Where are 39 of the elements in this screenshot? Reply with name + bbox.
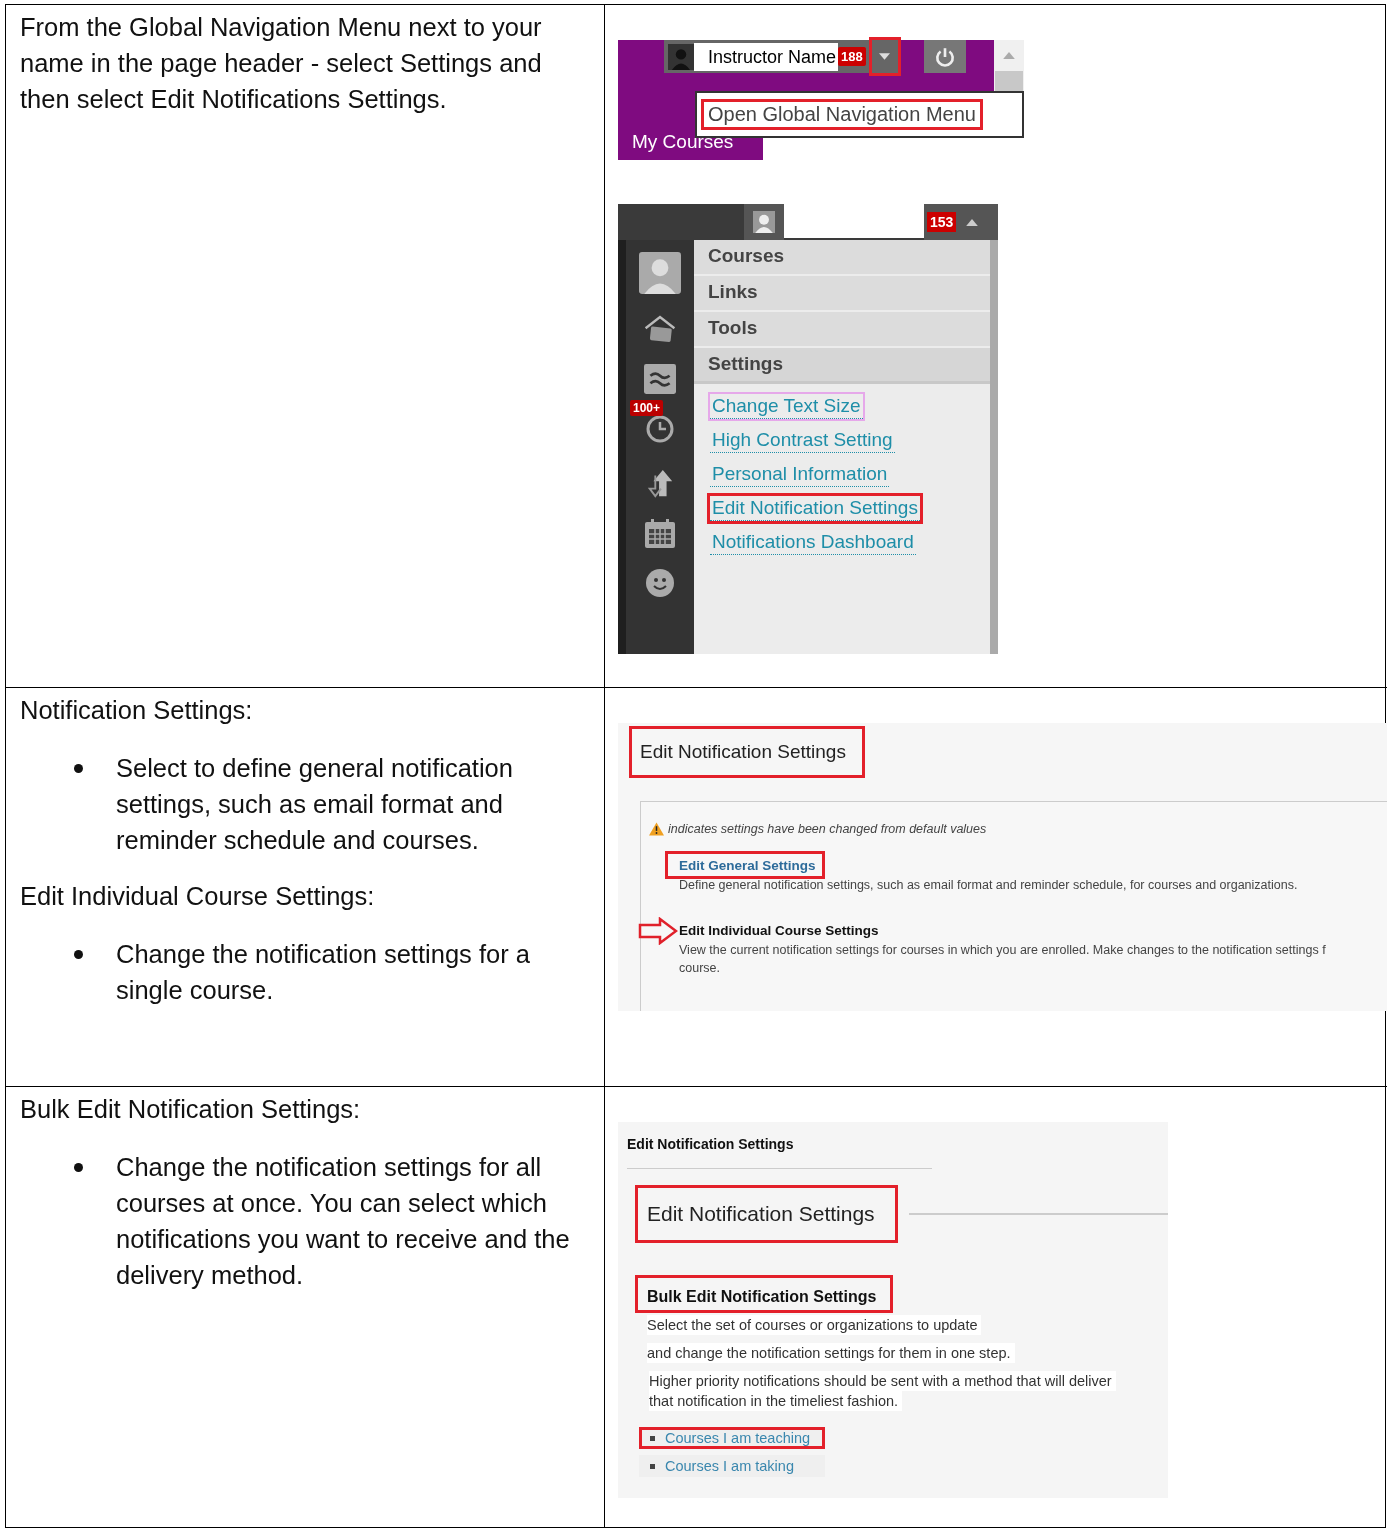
settings-link[interactable]: Change Text Size bbox=[710, 394, 863, 419]
page-title: Edit Notification Settings bbox=[632, 729, 862, 775]
description-text: course. bbox=[679, 960, 721, 977]
description-text: Select the set of courses or organizations to update bbox=[647, 1315, 982, 1335]
bullet-text: Change the notification settings for a single course. bbox=[116, 939, 531, 1006]
page-breadcrumb: Edit Notification Settings bbox=[627, 1136, 932, 1169]
section-heading: Edit Individual Course Settings bbox=[679, 922, 880, 940]
menu-item[interactable]: Settings bbox=[694, 348, 990, 384]
tooltip-text: Open Global Navigation Menu bbox=[704, 102, 980, 127]
settings-link[interactable]: Edit General Settings bbox=[668, 854, 822, 876]
user-name: Instructor Name bbox=[694, 42, 839, 71]
my-courses-tab[interactable]: My Courses bbox=[618, 132, 763, 160]
course-link[interactable]: Courses I am taking bbox=[665, 1458, 794, 1474]
count-badge: 100+ bbox=[630, 400, 664, 416]
menu-item[interactable]: Tools bbox=[694, 312, 990, 348]
page-title: Edit Notification Settings bbox=[638, 1188, 895, 1240]
bullet-text: Change the notification settings for all courses at once. You can select which notifications you want to receive and the delivery method. bbox=[116, 1152, 571, 1291]
settings-link[interactable]: Personal Information bbox=[710, 462, 890, 487]
description-text: Define general notification settings, such as email format and reminder schedule, for courses and organizations. bbox=[679, 877, 1299, 894]
notification-badge: 153 bbox=[927, 212, 957, 232]
section-heading: Bulk Edit Notification Settings bbox=[638, 1278, 891, 1310]
settings-link[interactable]: Edit Notification Settings bbox=[710, 496, 920, 521]
notification-badge: 188 bbox=[838, 47, 866, 66]
settings-link[interactable]: Notifications Dashboard bbox=[710, 530, 916, 555]
menu-item[interactable]: Courses bbox=[694, 240, 990, 276]
menu-item[interactable]: Links bbox=[694, 276, 990, 312]
user-menu[interactable]: Instructor Name 188 bbox=[664, 40, 898, 73]
legend-text: indicates settings have been changed from default values bbox=[668, 822, 987, 836]
description-text: and change the notification settings for them in one step. bbox=[647, 1343, 1015, 1363]
instruction-text: Edit Individual Course Settings: bbox=[20, 881, 376, 912]
instruction-text: Bulk Edit Notification Settings: bbox=[20, 1094, 362, 1125]
instruction-text: From the Global Navigation Menu next to your name in the page header - select Settings and then select Edit Notifications Settings. bbox=[20, 12, 543, 115]
settings-link[interactable]: High Contrast Setting bbox=[710, 428, 895, 453]
instruction-text: Notification Settings: bbox=[20, 695, 254, 726]
description-text: Higher priority notifications should be sent with a method that will deliver bbox=[649, 1371, 1116, 1391]
course-link[interactable]: Courses I am teaching bbox=[665, 1430, 811, 1446]
bullet-text: Select to define general notification settings, such as email format and reminder schedule and courses. bbox=[116, 753, 514, 856]
description-text: View the current notification settings for courses in which you are enrolled. Make changes to the notification settings f bbox=[679, 942, 1327, 959]
description-text: that notification in the timeliest fashion. bbox=[649, 1391, 903, 1411]
